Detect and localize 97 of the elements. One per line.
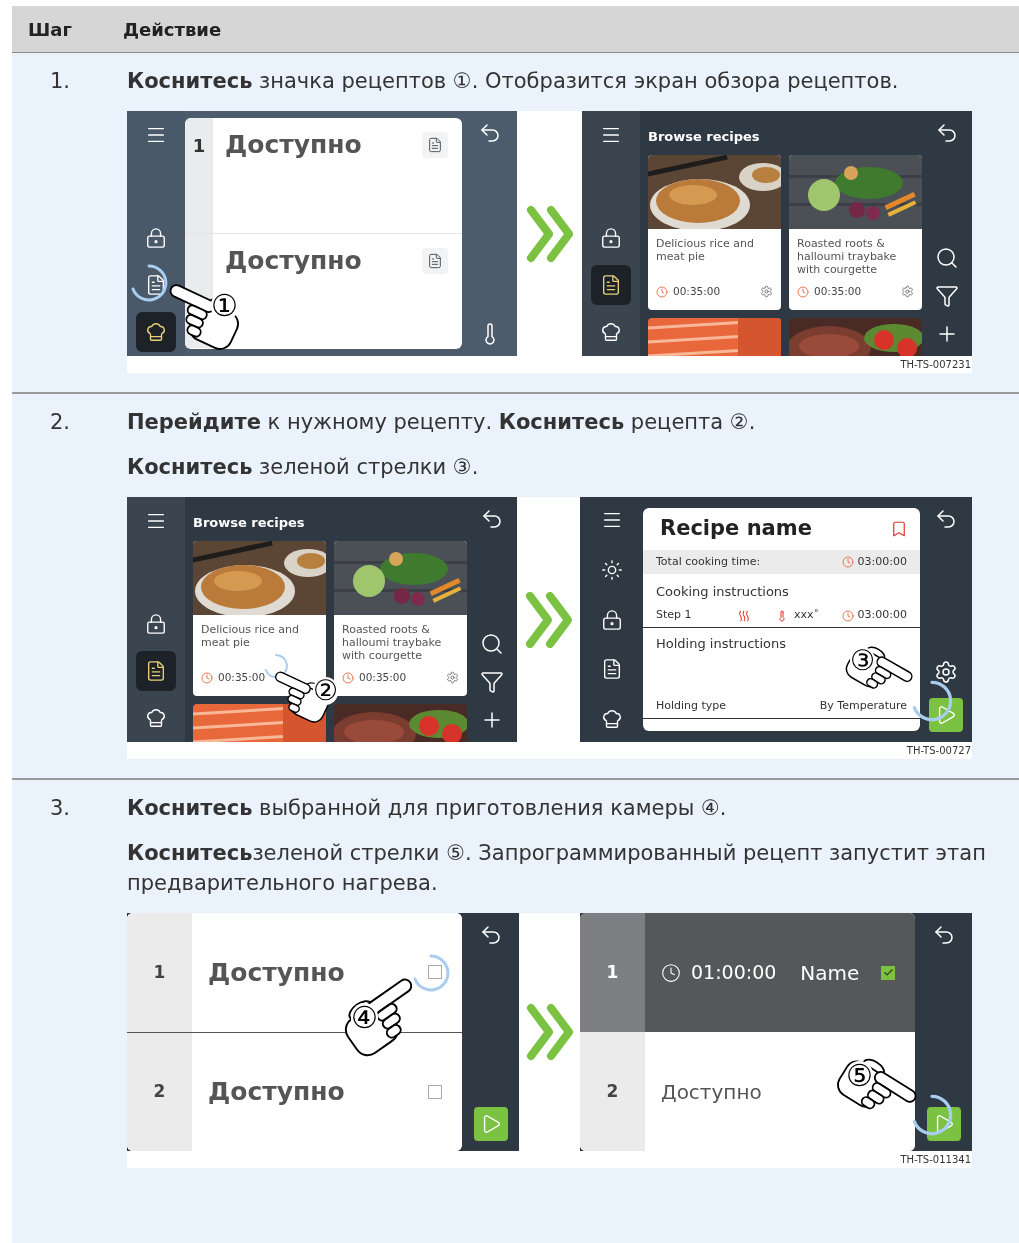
back-icon[interactable] bbox=[935, 121, 959, 145]
touch-ring-icon bbox=[910, 679, 954, 723]
holding-type-value: By Temperature bbox=[819, 698, 907, 715]
cooking-time: 00:35:00 bbox=[673, 283, 721, 299]
check-icon bbox=[882, 967, 894, 978]
double-chevron-icon bbox=[523, 589, 574, 650]
chamber-label: Доступно bbox=[208, 956, 345, 989]
settings-icon[interactable] bbox=[934, 660, 958, 684]
recipe-card[interactable]: Roasted roots & halloumi traybake with courgette 00:35:00 bbox=[789, 154, 922, 310]
heat-icon bbox=[738, 609, 750, 622]
document-icon bbox=[427, 253, 443, 269]
lock-icon[interactable] bbox=[600, 227, 622, 249]
clock-icon bbox=[342, 671, 354, 684]
chamber-number: 1 bbox=[153, 960, 166, 984]
double-chevron-icon bbox=[524, 1002, 575, 1062]
nav-button[interactable] bbox=[136, 651, 176, 691]
lock-icon[interactable] bbox=[145, 227, 167, 249]
instruction-text: Коснитесьзеленой стрелки ⑤. Запрограммированный рецепт запустит этап предварительного нагрева. bbox=[127, 840, 987, 897]
chef-hat-icon[interactable] bbox=[145, 321, 167, 343]
clock-icon bbox=[201, 671, 213, 684]
lock-icon[interactable] bbox=[600, 608, 623, 631]
clock-icon bbox=[656, 285, 668, 298]
recipe-title: Roasted roots & halloumi traybake with courgette bbox=[342, 622, 443, 662]
screen-title: Browse recipes bbox=[648, 128, 761, 146]
figure-id: TH-TS-011341 bbox=[900, 1153, 972, 1167]
figure-id: TH-TS-00727 bbox=[906, 744, 972, 758]
chef-hat-icon[interactable] bbox=[145, 707, 167, 729]
recipe-title: Delicious rice and meat pie bbox=[201, 622, 300, 649]
instruction-text: Перейдите к нужному рецепту. Коснитесь рецепта ②. bbox=[127, 409, 757, 436]
touch-ring-icon bbox=[129, 263, 169, 303]
clock-icon bbox=[661, 962, 681, 983]
cooking-time: 00:35:00 bbox=[218, 669, 266, 685]
checkbox[interactable] bbox=[428, 1084, 442, 1099]
document-button[interactable] bbox=[422, 132, 448, 158]
chamber-label: Name bbox=[800, 959, 860, 987]
checkbox[interactable] bbox=[881, 965, 895, 980]
step-number: 2. bbox=[50, 410, 71, 434]
filter-icon[interactable] bbox=[480, 670, 504, 694]
document-icon bbox=[427, 137, 443, 153]
recipe-card[interactable]: Delicious rice and meat pie 00:35:00 bbox=[648, 154, 781, 310]
document-button[interactable] bbox=[422, 248, 448, 274]
document-icon[interactable] bbox=[145, 660, 167, 682]
slot-number: 1 bbox=[192, 134, 206, 158]
document-icon[interactable] bbox=[145, 274, 167, 296]
section-heading: Holding instructions bbox=[655, 635, 787, 653]
nav-button[interactable] bbox=[136, 312, 176, 352]
clock-icon bbox=[841, 609, 854, 622]
step-number: 3. bbox=[50, 796, 71, 820]
step-label: Step 1 bbox=[656, 607, 693, 624]
clock-icon bbox=[841, 556, 854, 568]
touch-ring-icon bbox=[411, 953, 451, 993]
chamber-number: 1 bbox=[606, 960, 619, 984]
section-heading: Cooking instructions bbox=[655, 583, 790, 601]
recipe-title: Roasted roots & halloumi traybake with courgette bbox=[797, 236, 898, 276]
instruction-text: Коснитесь зеленой стрелки ③. bbox=[127, 454, 480, 481]
chamber-number: 2 bbox=[606, 1079, 619, 1103]
chamber-row[interactable]: 1 01:00:00 Name bbox=[580, 913, 915, 1032]
step-time: 03:00:00 bbox=[857, 607, 907, 624]
sun-icon[interactable] bbox=[600, 558, 623, 581]
column-heading: Шаг bbox=[27, 17, 73, 42]
step-number: 1. bbox=[50, 69, 71, 93]
instruction-text: Коснитесь значка рецептов ①. Отобразится экран обзора рецептов. bbox=[127, 68, 900, 95]
chamber-label: Доступно bbox=[661, 1078, 762, 1106]
filter-icon[interactable] bbox=[935, 284, 959, 308]
holding-type-label: Holding type bbox=[656, 698, 727, 715]
figure-id: TH-TS-007231 bbox=[900, 358, 972, 372]
document-icon[interactable] bbox=[600, 274, 622, 296]
instruction-text: Коснитесь выбранной для приготовления камеры ④. bbox=[127, 795, 728, 822]
chef-hat-icon[interactable] bbox=[600, 708, 623, 730]
total-time-label: Total cooking time: bbox=[656, 553, 761, 570]
play-button[interactable] bbox=[473, 1107, 508, 1141]
recipe-title: Delicious rice and meat pie bbox=[656, 236, 755, 263]
search-icon[interactable] bbox=[480, 632, 504, 656]
lock-icon[interactable] bbox=[145, 613, 167, 635]
back-icon[interactable] bbox=[480, 507, 504, 531]
chef-hat-icon[interactable] bbox=[600, 321, 622, 343]
cooking-time: 00:35:00 bbox=[814, 283, 862, 299]
screen-title: Browse recipes bbox=[193, 514, 306, 532]
recipe-title: Recipe name bbox=[660, 515, 812, 543]
step-temperature: xxx˚ bbox=[794, 607, 820, 624]
clock-icon bbox=[797, 285, 809, 298]
slot-label: Доступно bbox=[225, 129, 362, 161]
back-icon[interactable] bbox=[934, 507, 958, 531]
chamber-number: 2 bbox=[153, 1080, 166, 1103]
touch-ring-icon bbox=[910, 1093, 954, 1137]
total-time: 03:00:00 bbox=[857, 553, 907, 570]
bookmark-icon[interactable] bbox=[890, 520, 908, 538]
thermometer-icon bbox=[776, 609, 788, 622]
nav-button[interactable] bbox=[591, 265, 631, 305]
cooking-time: 00:35:00 bbox=[359, 669, 407, 685]
chamber-time: 01:00:00 bbox=[691, 960, 777, 986]
chamber-label: Доступно bbox=[208, 1076, 345, 1108]
column-heading: Действие bbox=[123, 17, 222, 42]
search-icon[interactable] bbox=[935, 246, 959, 270]
checkbox[interactable] bbox=[428, 965, 442, 980]
slot-label: Доступно bbox=[225, 245, 362, 277]
double-chevron-icon bbox=[524, 203, 575, 264]
